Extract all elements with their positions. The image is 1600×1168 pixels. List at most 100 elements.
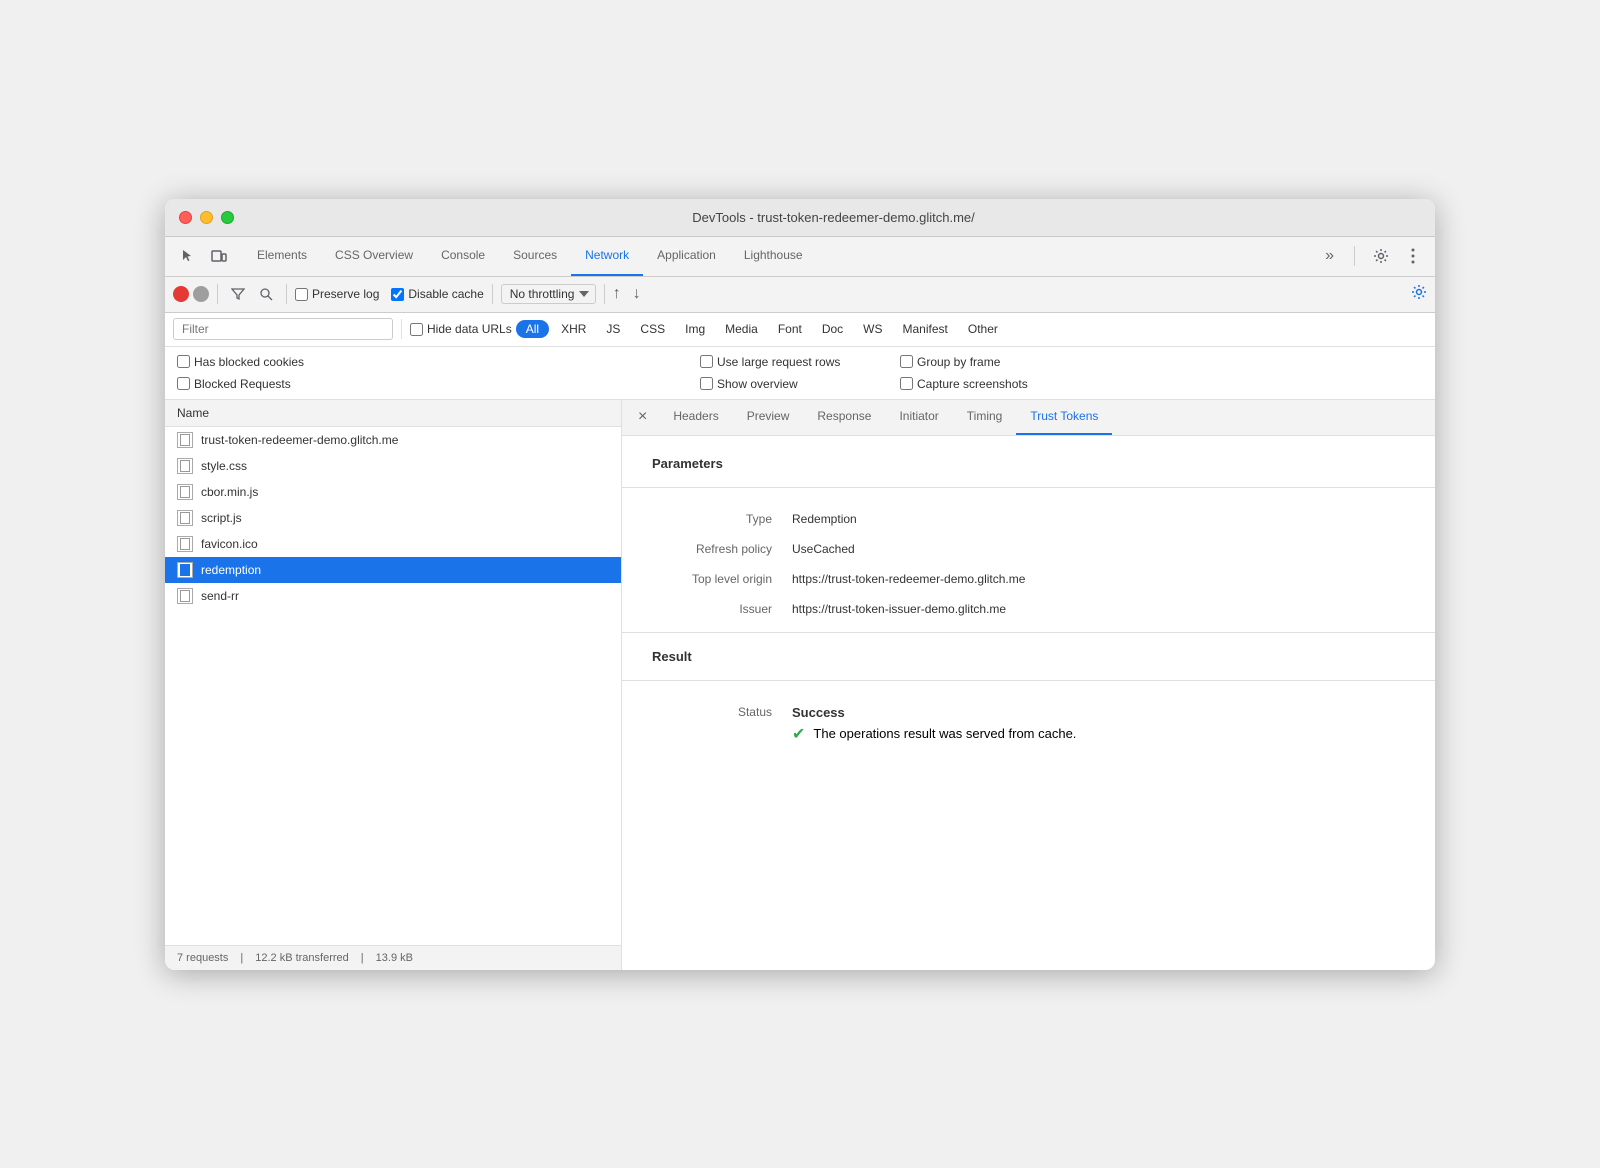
download-icon[interactable]: ↓ [633, 285, 641, 303]
filter-all-button[interactable]: All [516, 320, 549, 338]
capture-screenshots-label[interactable]: Capture screenshots [900, 377, 1423, 391]
file-name-6: send-rr [201, 589, 239, 603]
toolbar-divider-2 [286, 284, 287, 304]
type-label: Type [652, 512, 792, 526]
device-toggle-icon[interactable] [205, 242, 233, 270]
detail-tab-response[interactable]: Response [803, 400, 885, 435]
filter-ws-button[interactable]: WS [855, 320, 890, 338]
maximize-button[interactable] [221, 211, 234, 224]
detail-tab-preview[interactable]: Preview [733, 400, 804, 435]
file-list: Name trust-token-redeemer-demo.glitch.me… [165, 400, 622, 970]
filter-input[interactable] [173, 318, 393, 340]
footer-divider-1: | [240, 952, 243, 964]
tab-application[interactable]: Application [643, 237, 730, 276]
tab-elements[interactable]: Elements [243, 237, 321, 276]
hide-data-urls-checkbox[interactable] [410, 323, 423, 336]
file-item-5[interactable]: redemption [165, 557, 621, 583]
refresh-policy-label: Refresh policy [652, 542, 792, 556]
filter-font-button[interactable]: Font [770, 320, 810, 338]
detail-tab-trust-tokens[interactable]: Trust Tokens [1016, 400, 1112, 435]
tab-network[interactable]: Network [571, 237, 643, 276]
file-items: trust-token-redeemer-demo.glitch.me styl… [165, 427, 621, 945]
use-large-rows-label[interactable]: Use large request rows [700, 355, 900, 369]
show-overview-label[interactable]: Show overview [700, 377, 900, 391]
status-label: Status [652, 705, 792, 719]
filter-other-button[interactable]: Other [960, 320, 1006, 338]
detail-content: Parameters Type Redemption Refresh polic… [622, 436, 1435, 970]
has-blocked-cookies-checkbox[interactable] [177, 355, 190, 368]
success-icon: ✔ [792, 724, 805, 744]
filter-bar: Hide data URLs All XHR JS CSS Img Media … [165, 313, 1435, 347]
search-icon[interactable] [254, 282, 278, 306]
detail-close-button[interactable]: × [630, 404, 655, 430]
hide-data-urls-label[interactable]: Hide data URLs [410, 322, 512, 336]
traffic-lights [179, 211, 234, 224]
tab-icons [173, 242, 233, 270]
result-section: Result Status Success ✔ The operations r… [622, 632, 1435, 752]
blocked-requests-label[interactable]: Blocked Requests [177, 377, 700, 391]
refresh-policy-value: UseCached [792, 542, 855, 556]
devtools-body: Elements CSS Overview Console Sources Ne… [165, 237, 1435, 970]
filter-css-button[interactable]: CSS [632, 320, 673, 338]
tab-lighthouse[interactable]: Lighthouse [730, 237, 817, 276]
filter-xhr-button[interactable]: XHR [553, 320, 594, 338]
issuer-row: Issuer https://trust-token-issuer-demo.g… [622, 594, 1435, 624]
preserve-log-checkbox[interactable] [295, 288, 308, 301]
show-overview-checkbox[interactable] [700, 377, 713, 390]
more-tabs-button[interactable]: » [1317, 243, 1342, 269]
filter-doc-button[interactable]: Doc [814, 320, 851, 338]
issuer-value: https://trust-token-issuer-demo.glitch.m… [792, 602, 1006, 616]
close-button[interactable] [179, 211, 192, 224]
file-item-0[interactable]: trust-token-redeemer-demo.glitch.me [165, 427, 621, 453]
group-by-frame-label[interactable]: Group by frame [900, 355, 1423, 369]
requests-count: 7 requests [177, 952, 228, 964]
devtools-window: DevTools - trust-token-redeemer-demo.gli… [165, 199, 1435, 970]
filter-img-button[interactable]: Img [677, 320, 713, 338]
detail-tab-initiator[interactable]: Initiator [885, 400, 952, 435]
type-row: Type Redemption [622, 504, 1435, 534]
tab-css-overview[interactable]: CSS Overview [321, 237, 427, 276]
detail-panel: × Headers Preview Response Initiator Tim… [622, 400, 1435, 970]
detail-tab-headers[interactable]: Headers [659, 400, 732, 435]
filter-icon[interactable] [226, 282, 250, 306]
stop-button[interactable] [193, 286, 209, 302]
upload-icon[interactable]: ↑ [613, 285, 621, 303]
network-toolbar: Preserve log Disable cache No throttling… [165, 277, 1435, 313]
disable-cache-checkbox[interactable] [391, 288, 404, 301]
main-content: Name trust-token-redeemer-demo.glitch.me… [165, 400, 1435, 970]
capture-screenshots-checkbox[interactable] [900, 377, 913, 390]
success-message-text: The operations result was served from ca… [813, 726, 1076, 741]
window-title: DevTools - trust-token-redeemer-demo.gli… [246, 210, 1421, 225]
top-tabs-bar: Elements CSS Overview Console Sources Ne… [165, 237, 1435, 277]
minimize-button[interactable] [200, 211, 213, 224]
has-blocked-cookies-label[interactable]: Has blocked cookies [177, 355, 700, 369]
menu-button[interactable] [1399, 242, 1427, 270]
file-item-1[interactable]: style.css [165, 453, 621, 479]
filter-media-button[interactable]: Media [717, 320, 766, 338]
disable-cache-label[interactable]: Disable cache [391, 287, 483, 301]
tab-console[interactable]: Console [427, 237, 499, 276]
cursor-icon[interactable] [173, 242, 201, 270]
file-item-6[interactable]: send-rr [165, 583, 621, 609]
network-settings-icon[interactable] [1411, 284, 1427, 305]
file-item-3[interactable]: script.js [165, 505, 621, 531]
type-value: Redemption [792, 512, 857, 526]
record-button[interactable] [173, 286, 189, 302]
file-list-header: Name [165, 400, 621, 427]
file-item-4[interactable]: favicon.ico [165, 531, 621, 557]
settings-button[interactable] [1367, 242, 1395, 270]
throttle-select[interactable]: No throttling [501, 284, 596, 304]
filter-manifest-button[interactable]: Manifest [895, 320, 956, 338]
file-list-footer: 7 requests | 12.2 kB transferred | 13.9 … [165, 945, 621, 970]
detail-tab-timing[interactable]: Timing [953, 400, 1017, 435]
total-size: 13.9 kB [376, 952, 413, 964]
group-by-frame-checkbox[interactable] [900, 355, 913, 368]
filter-js-button[interactable]: JS [598, 320, 628, 338]
file-icon-4 [177, 536, 193, 552]
blocked-requests-checkbox[interactable] [177, 377, 190, 390]
preserve-log-label[interactable]: Preserve log [295, 287, 379, 301]
file-item-2[interactable]: cbor.min.js [165, 479, 621, 505]
use-large-rows-checkbox[interactable] [700, 355, 713, 368]
file-icon-6 [177, 588, 193, 604]
tab-sources[interactable]: Sources [499, 237, 571, 276]
